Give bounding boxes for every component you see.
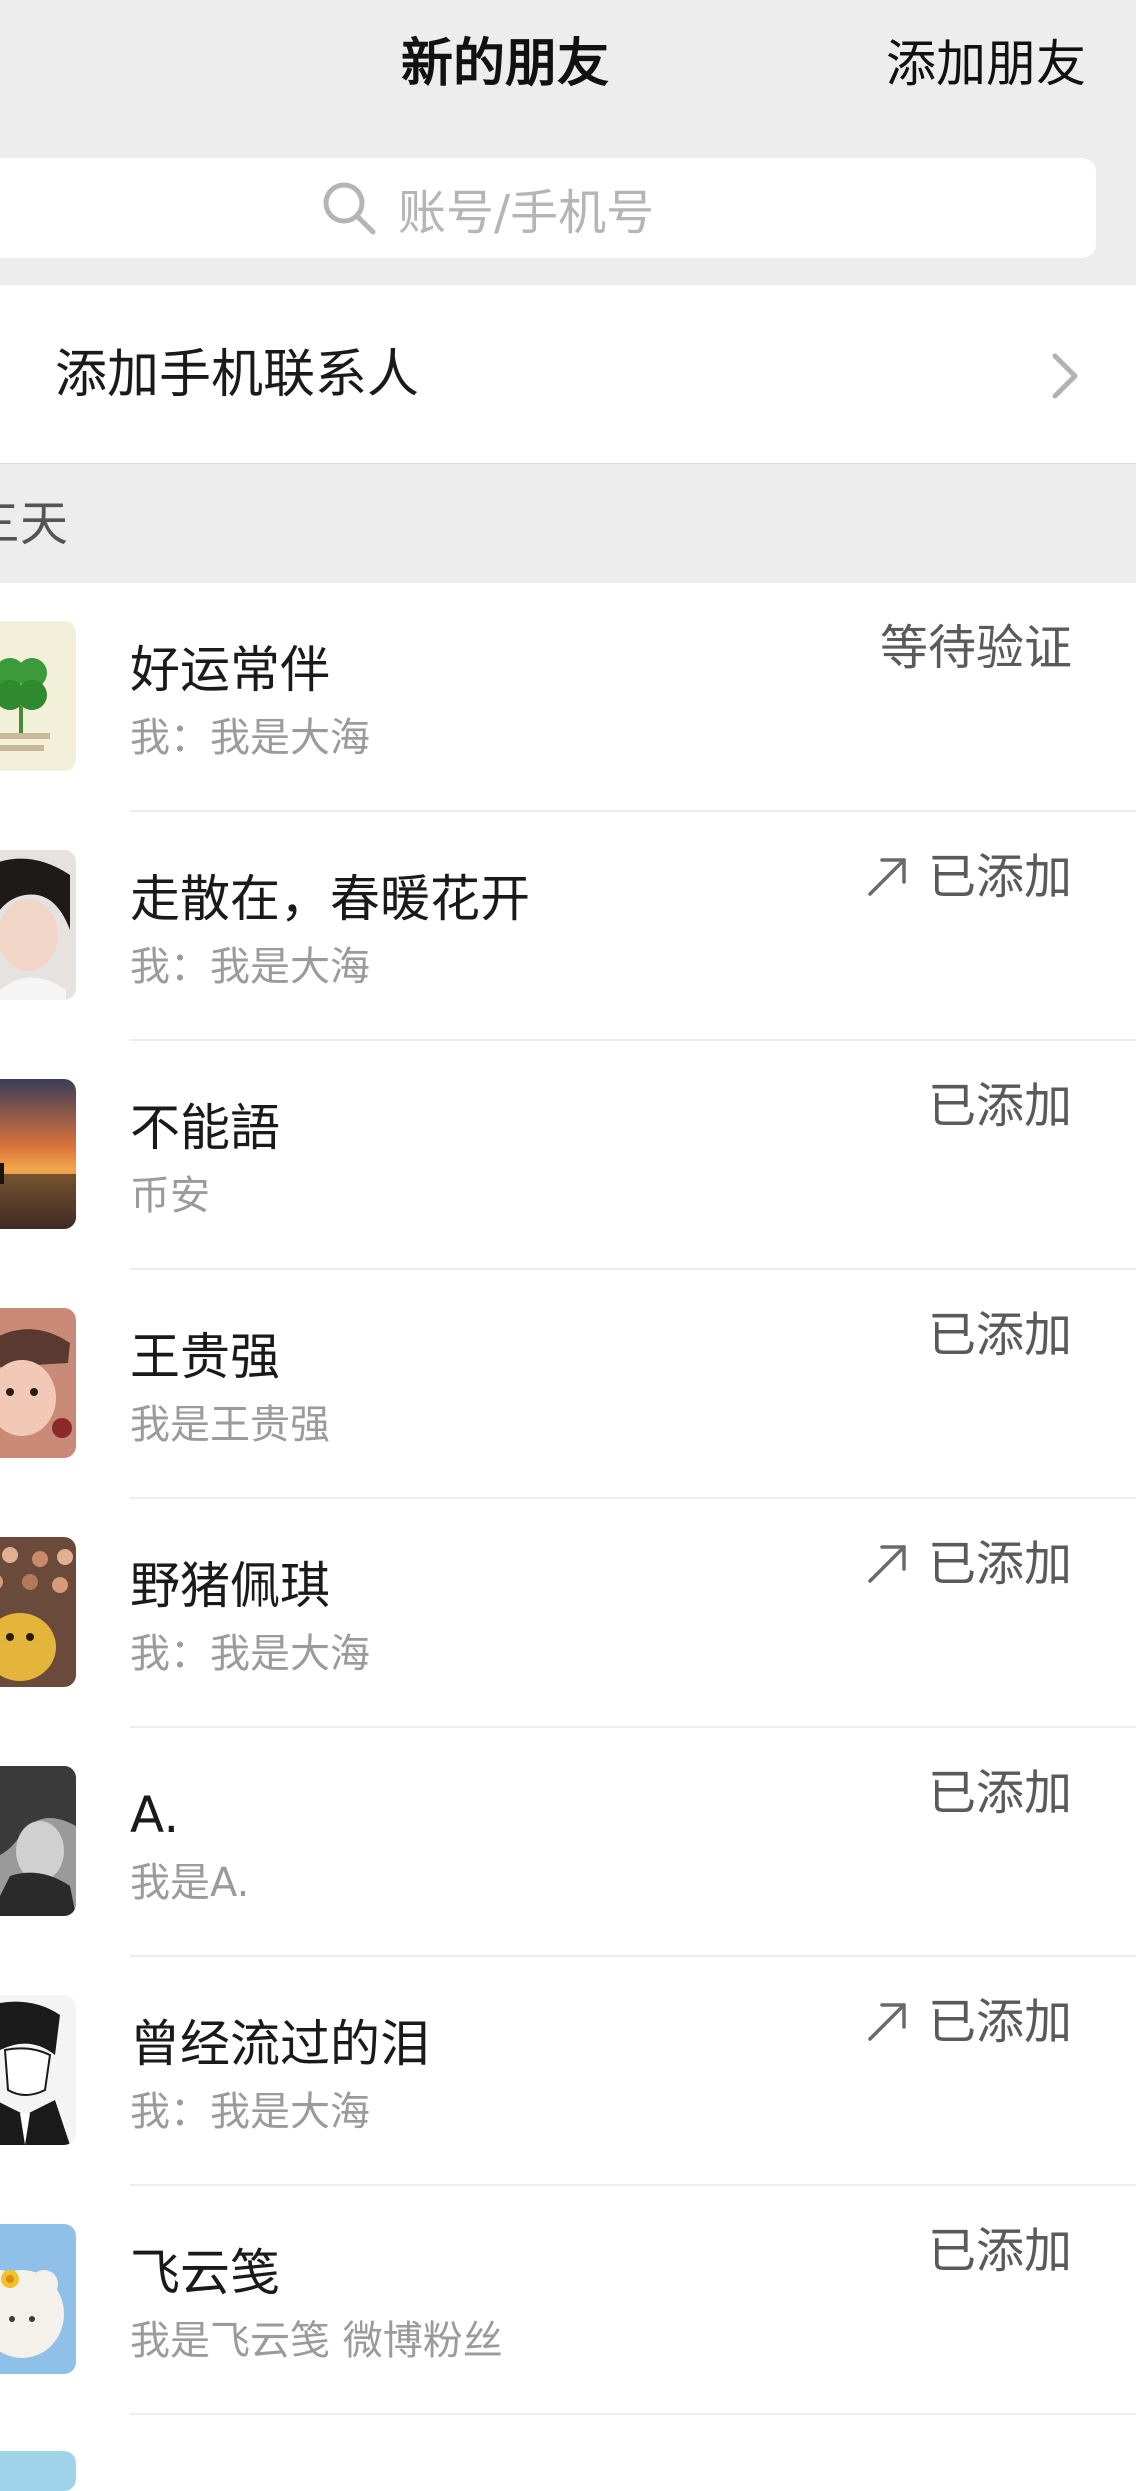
search-content: 账号/手机号 bbox=[320, 158, 654, 258]
friend-name: 王贵强 bbox=[130, 1328, 280, 1386]
add-friend-button[interactable]: 添加朋友 bbox=[886, 28, 1086, 100]
search-placeholder: 账号/手机号 bbox=[398, 185, 655, 241]
friend-message: 我：我是大海 bbox=[130, 715, 370, 761]
section-header: 三天 bbox=[0, 463, 1136, 584]
section-label: 三天 bbox=[0, 496, 69, 552]
friend-message: 我是飞云笺 微博粉丝 bbox=[130, 2318, 503, 2364]
search-input[interactable]: 账号/手机号 bbox=[0, 158, 1096, 258]
four-leaf-clover-avatar bbox=[0, 621, 76, 771]
friend-status: 已添加 bbox=[866, 1987, 1072, 2057]
status-label: 已添加 bbox=[927, 1994, 1072, 2050]
add-phone-contacts-label: 添加手机联系人 bbox=[55, 345, 420, 405]
status-label: 已添加 bbox=[927, 1307, 1072, 1363]
friend-name: 好运常伴 bbox=[130, 641, 330, 699]
status-label: 已添加 bbox=[927, 1765, 1072, 1821]
top-bar: 新的朋友 添加朋友 账号/手机号 bbox=[0, 0, 1136, 285]
status-label: 已添加 bbox=[927, 2223, 1072, 2279]
page-title: 新的朋友 bbox=[400, 34, 609, 94]
friend-request-row[interactable]: 野猪佩琪 我：我是大海 已添加 bbox=[0, 1499, 1136, 1728]
friend-message: 我是王贵强 bbox=[130, 1402, 330, 1448]
friend-request-row[interactable]: A. 我是A. 已添加 bbox=[0, 1728, 1136, 1957]
friend-request-row[interactable]: 不能語 币安 已添加 bbox=[0, 1041, 1136, 1270]
status-label: 已添加 bbox=[927, 1078, 1072, 1134]
friend-message: 我：我是大海 bbox=[130, 944, 370, 990]
bw-photo-avatar bbox=[0, 1766, 76, 1916]
friend-status: 已添加 bbox=[928, 2216, 1072, 2286]
friend-request-row-partial[interactable] bbox=[0, 2415, 1136, 2491]
status-label: 已添加 bbox=[927, 1536, 1072, 1592]
arrow-up-right-icon bbox=[868, 1545, 906, 1583]
arrow-up-right-icon bbox=[868, 2003, 906, 2041]
chevron-right-icon bbox=[1052, 353, 1078, 399]
friend-request-row[interactable]: 飞云笺 我是飞云笺 微博粉丝 已添加 bbox=[0, 2186, 1136, 2415]
friend-request-row[interactable]: 王贵强 我是王贵强 已添加 bbox=[0, 1270, 1136, 1499]
friend-status: 已添加 bbox=[866, 1529, 1072, 1599]
status-label: 等待验证 bbox=[879, 620, 1072, 676]
friend-status: 等待验证 bbox=[880, 613, 1072, 683]
status-label: 已添加 bbox=[927, 849, 1072, 905]
friend-name: 曾经流过的泪 bbox=[130, 2015, 430, 2073]
friend-request-row[interactable]: 走散在，春暖花开 我：我是大海 已添加 bbox=[0, 812, 1136, 1041]
toy-avatar bbox=[0, 1537, 76, 1687]
friend-request-list: 好运常伴 我：我是大海 等待验证 走散在，春暖花开 我：我是大海 已添加 不能語… bbox=[0, 583, 1136, 2491]
friend-name: 不能語 bbox=[130, 1099, 280, 1157]
sketch-avatar bbox=[0, 1995, 76, 2145]
baby-avatar bbox=[0, 1308, 76, 1458]
portrait-avatar bbox=[0, 850, 76, 1000]
friend-message: 我是A. bbox=[130, 1860, 250, 1906]
friend-name: 飞云笺 bbox=[130, 2244, 280, 2302]
friend-request-row[interactable]: 好运常伴 我：我是大海 等待验证 bbox=[0, 583, 1136, 812]
friend-status: 已添加 bbox=[928, 1071, 1072, 1141]
friend-message: 币安 bbox=[130, 1173, 210, 1219]
friend-message: 我：我是大海 bbox=[130, 2089, 370, 2135]
add-phone-contacts-row[interactable]: 添加手机联系人 bbox=[0, 288, 1136, 463]
friend-message: 我：我是大海 bbox=[130, 1631, 370, 1677]
friend-name: 走散在，春暖花开 bbox=[130, 870, 530, 928]
partial-avatar bbox=[0, 2451, 76, 2491]
friend-name: A. bbox=[130, 1786, 180, 1844]
search-icon bbox=[323, 182, 376, 235]
friend-status: 已添加 bbox=[866, 842, 1072, 912]
friend-request-row[interactable]: 曾经流过的泪 我：我是大海 已添加 bbox=[0, 1957, 1136, 2186]
friend-name: 野猪佩琪 bbox=[130, 1557, 330, 1615]
arrow-up-right-icon bbox=[868, 858, 906, 896]
friend-status: 已添加 bbox=[928, 1758, 1072, 1828]
lamb-avatar bbox=[0, 2224, 76, 2374]
sunset-avatar bbox=[0, 1079, 76, 1229]
friend-status: 已添加 bbox=[928, 1300, 1072, 1370]
